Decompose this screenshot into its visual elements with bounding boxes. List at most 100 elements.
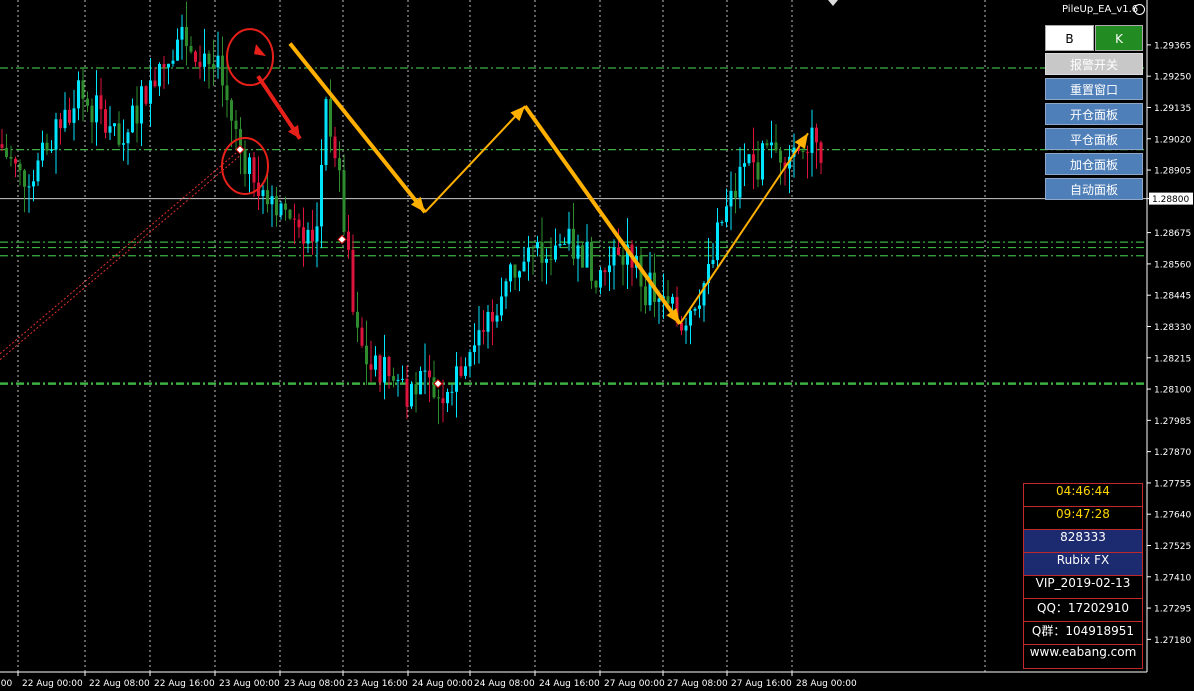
candle-body [293, 218, 296, 220]
candle-body [495, 315, 499, 322]
y-tick-label: 1.27525 [1154, 542, 1191, 552]
candle-body [68, 109, 71, 123]
ea-title: PileUp_EA_v1.6 [1062, 4, 1139, 15]
x-tick-label: 22 Aug 08:00 [89, 679, 150, 689]
chart-shift-marker[interactable] [828, 0, 838, 6]
x-tick-label: 24 Aug 08:00 [474, 679, 535, 689]
candle-body [203, 53, 206, 67]
candle-body [459, 366, 463, 376]
candle-body [162, 64, 166, 68]
candle-body [594, 280, 598, 288]
candle-body [302, 227, 305, 244]
candle-body [311, 229, 314, 242]
qq-group: Q群：104918951 [1024, 622, 1142, 645]
candle-body [698, 305, 701, 309]
candle-body [198, 61, 202, 67]
candle-body [122, 143, 125, 145]
candle-body [779, 150, 782, 163]
candle-body [234, 120, 238, 130]
website-link[interactable]: www.eabang.com [1024, 645, 1142, 668]
candle-body [126, 132, 130, 144]
x-tick-label: 22 Aug 00:00 [22, 679, 83, 689]
local-time: 09:47:28 [1024, 507, 1142, 530]
y-tick-label: 1.28675 [1154, 229, 1191, 239]
candle-body [558, 244, 562, 246]
y-tick-label: 1.27410 [1154, 573, 1191, 583]
reset-window-button[interactable]: 重置窗口 [1045, 78, 1143, 100]
candle-body [23, 170, 26, 187]
current-price-label: 1.28800 [1152, 195, 1189, 205]
candle-body [464, 366, 467, 376]
candle-body [207, 53, 211, 65]
candle-body [441, 398, 445, 404]
candle-body [387, 356, 391, 377]
vip-expiry: VIP_2019-02-13 [1024, 576, 1142, 599]
candle-body [621, 255, 625, 265]
candle-body [189, 45, 193, 52]
candle-body [752, 154, 755, 163]
candle-body [522, 261, 526, 272]
candle-body [360, 327, 364, 346]
candle-body [14, 158, 17, 164]
candle-body [599, 270, 602, 288]
candle-body [248, 157, 251, 174]
candle-body [684, 325, 688, 331]
candle-body [185, 26, 188, 46]
candle-body [369, 364, 373, 370]
candle-body [563, 243, 566, 245]
x-tick-label: 23 Aug 00:00 [219, 679, 280, 689]
candle-body [549, 258, 553, 260]
y-tick-label: 1.29135 [1154, 104, 1191, 114]
candle-body [608, 265, 611, 273]
add-position-panel-button[interactable]: 加仓面板 [1045, 153, 1143, 175]
candle-body [140, 86, 143, 124]
candle-body [423, 370, 427, 372]
x-tick-label: 24 Aug 16:00 [539, 679, 600, 689]
highlight-circle [226, 28, 274, 87]
auto-panel-button[interactable]: 自动面板 [1045, 178, 1143, 200]
y-tick-label: 1.28560 [1154, 260, 1191, 270]
x-tick-label: 22 Aug 16:00 [154, 679, 215, 689]
candle-body [810, 127, 814, 153]
candle-body [392, 376, 395, 381]
candle-body [729, 190, 733, 207]
candle-body [612, 247, 616, 266]
open-position-panel-button[interactable]: 开仓面板 [1045, 103, 1143, 125]
candle-body [252, 157, 256, 183]
candle-body [77, 80, 80, 109]
candle-body [540, 242, 544, 263]
alarm-toggle-button[interactable]: 报警开关 [1045, 53, 1143, 75]
x-tick-label: 24 Aug 00:00 [412, 679, 473, 689]
candle-body [374, 355, 377, 370]
candle-body [0, 144, 4, 148]
candle-body [671, 296, 674, 304]
candle-body [554, 245, 557, 260]
server-time: 04:46:44 [1024, 484, 1142, 507]
candle-body [131, 105, 134, 133]
candle-body [171, 60, 175, 64]
price-chart[interactable]: 1.29365 1.29250 1.29135 1.29020 1.28905 1.288… [0, 0, 1194, 691]
trade-marker [235, 144, 245, 155]
y-tick-label: 1.28100 [1154, 386, 1191, 396]
candle-body [513, 264, 517, 278]
y-tick-label: 1.27640 [1154, 511, 1191, 521]
y-tick-label: 1.29250 [1154, 73, 1191, 83]
candle-body [747, 154, 751, 164]
k-button[interactable]: K [1095, 25, 1143, 51]
candle-body [590, 241, 593, 281]
zigzag-arrow [523, 104, 682, 325]
x-tick-label: 6:00 [0, 679, 12, 689]
candle-body [306, 229, 310, 244]
candle-body [32, 181, 35, 187]
x-tick-label: 23 Aug 08:00 [284, 679, 345, 689]
candle-body [770, 142, 773, 146]
b-button[interactable]: B [1045, 25, 1094, 51]
candle-body [504, 281, 508, 297]
candle-body [581, 245, 584, 268]
close-position-panel-button[interactable]: 平仓面板 [1045, 128, 1143, 150]
candle-body [473, 345, 476, 353]
candle-body [41, 142, 44, 161]
candle-body [711, 260, 715, 264]
candle-body [149, 80, 152, 104]
candle-body [572, 228, 575, 259]
